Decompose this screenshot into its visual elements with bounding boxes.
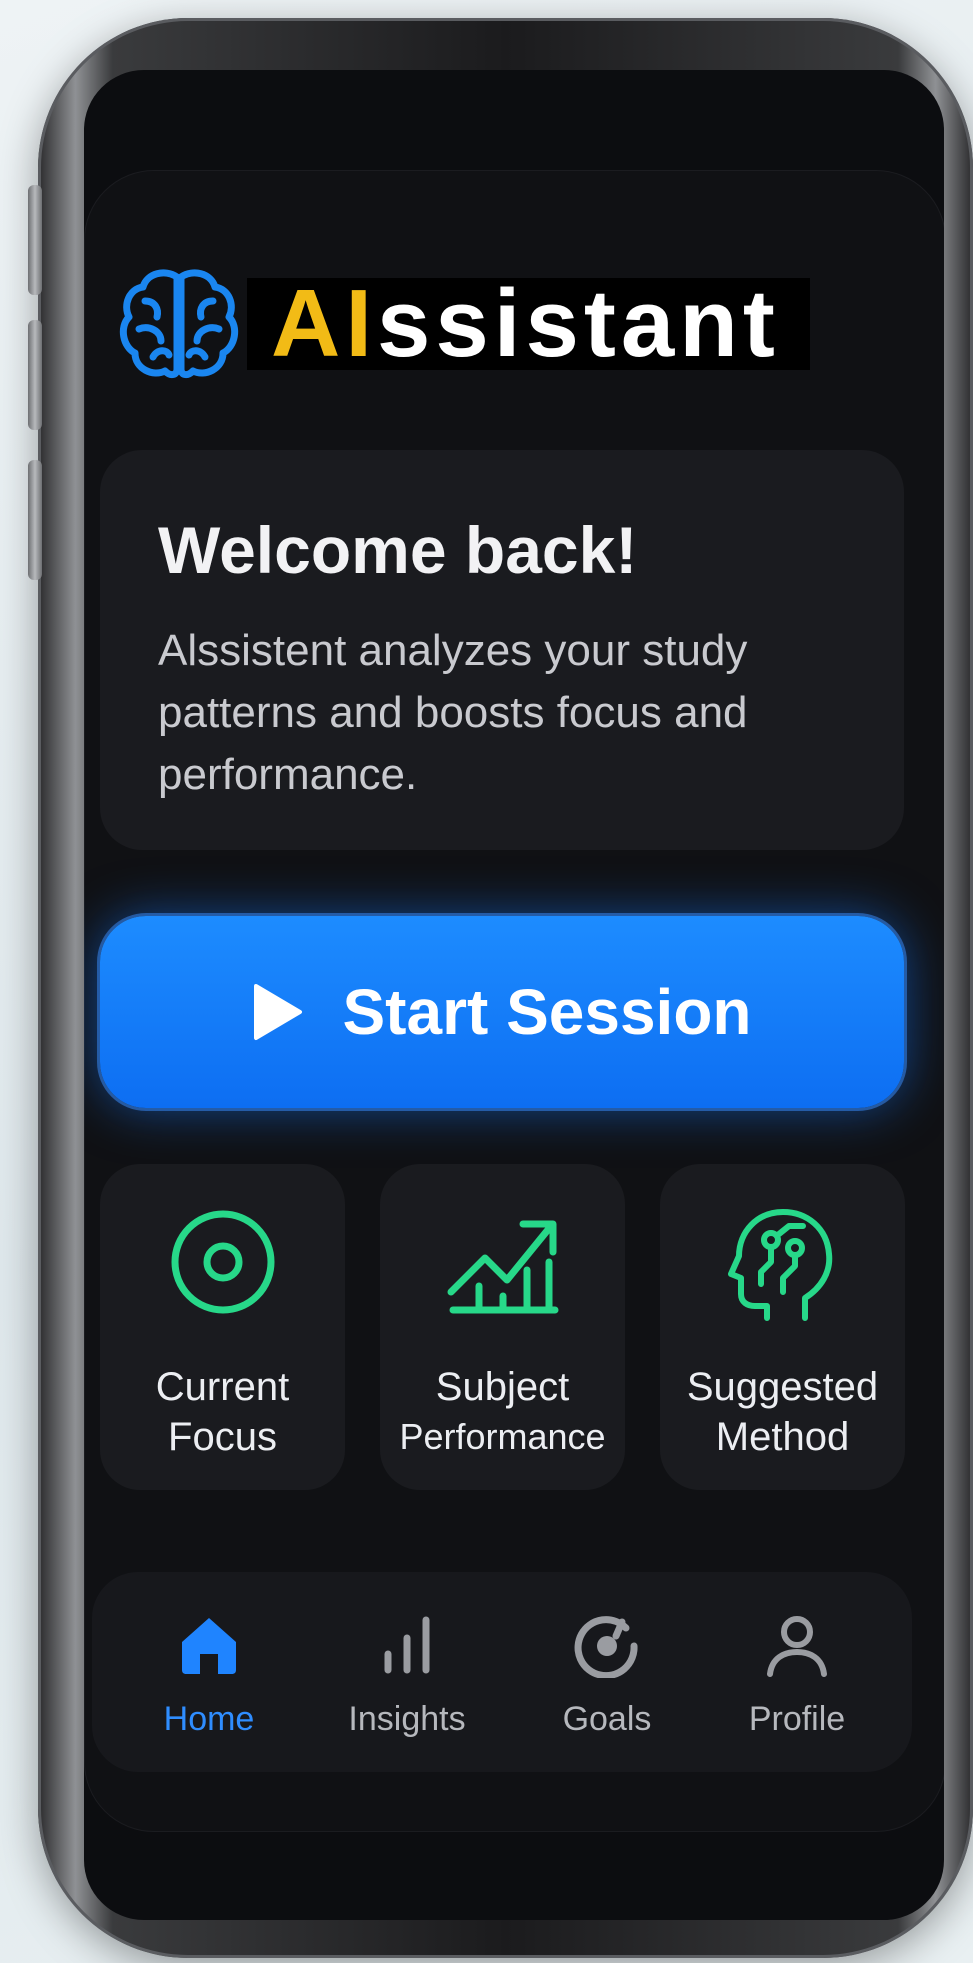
tile-subject-performance[interactable]: Subject Performance (380, 1164, 625, 1490)
tile-label-line2: Performance (399, 1416, 606, 1457)
bottom-navigation: Home Insights Goals Profile (92, 1572, 912, 1772)
nav-profile[interactable]: Profile (702, 1602, 892, 1752)
tile-current-focus[interactable]: Current Focus (100, 1164, 345, 1490)
app-brand: AI ssistant (117, 265, 810, 383)
start-session-button[interactable]: Start Session (100, 916, 904, 1108)
app-title: AI ssistant (247, 270, 810, 377)
side-button (28, 320, 42, 430)
nav-goals[interactable]: Goals (512, 1602, 702, 1752)
tile-label-line1: Suggested (686, 1365, 879, 1409)
brain-icon (119, 269, 239, 379)
trend-chart-icon (447, 1220, 558, 1314)
nav-insights[interactable]: Insights (312, 1602, 502, 1752)
head-circuit-icon (727, 1209, 832, 1321)
nav-label: Home (163, 1700, 255, 1738)
tile-label-line1: Current (155, 1365, 290, 1409)
play-icon (254, 984, 303, 1040)
nav-label: Profile (748, 1700, 846, 1738)
phone-screen: AI ssistant Welcome back! Alssistent anal… (84, 70, 944, 1920)
nav-home[interactable]: Home (114, 1602, 304, 1752)
side-button (28, 185, 42, 295)
user-icon (767, 1616, 827, 1677)
home-icon (182, 1618, 236, 1674)
bars-icon (384, 1616, 430, 1674)
nav-label: Goals (562, 1700, 652, 1738)
nav-label: Insights (348, 1700, 466, 1738)
app-title-highlight: AI (271, 270, 377, 377)
start-session-label: Start Session (342, 976, 752, 1048)
welcome-title: Welcome back! (158, 513, 638, 587)
app-title-rest: ssistant (377, 270, 780, 377)
tile-label-line1: Subject (435, 1365, 570, 1409)
target-icon (171, 1210, 274, 1314)
tile-label-line2: Focus (168, 1415, 277, 1459)
tile-suggested-method[interactable]: Suggested Method (660, 1164, 905, 1490)
welcome-card: Welcome back! Alssistent analyzes your s… (100, 450, 904, 850)
goal-icon (574, 1616, 638, 1678)
side-button (28, 460, 42, 580)
welcome-description: Alssistent analyzes your study patterns … (158, 626, 748, 799)
tile-label-line2: Method (715, 1415, 850, 1459)
